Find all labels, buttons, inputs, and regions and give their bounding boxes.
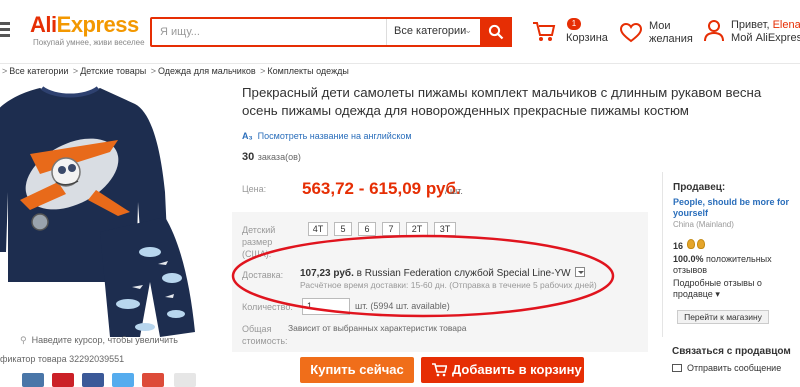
- seller-score: 16: [673, 241, 684, 251]
- send-message-link[interactable]: Отправить сообщение: [672, 363, 781, 373]
- product-id: фикатор товара 32292039551: [0, 354, 125, 364]
- chevron-down-icon: ▾: [715, 289, 720, 299]
- medal-icon: [697, 239, 705, 249]
- user-icon: [704, 20, 724, 42]
- total-label: Общая стоимость:: [242, 324, 288, 346]
- price-row: Цена: 563,72 - 615,09 руб. / шт.: [232, 171, 648, 209]
- search-icon: [488, 24, 504, 40]
- googleplus-share-icon[interactable]: [142, 373, 164, 387]
- seller-country: China (Mainland): [673, 220, 734, 229]
- store-name-link[interactable]: People, should be more for yourself: [673, 197, 800, 219]
- breadcrumb-item[interactable]: Комплекты одежды: [267, 66, 348, 76]
- size-option[interactable]: 2T: [406, 222, 428, 236]
- total-price-note: Зависит от выбранных характеристик товар…: [288, 323, 467, 333]
- add-to-cart-button[interactable]: Добавить в корзину: [421, 357, 584, 383]
- translate-link[interactable]: A₃ Посмотреть название на английском: [242, 131, 412, 141]
- seller-panel: Продавец: People, should be more for you…: [662, 172, 800, 337]
- magnifier-icon: ⚲: [20, 335, 27, 345]
- shipping-method: в Russian Federation службой Special Lin…: [356, 268, 571, 279]
- wishlist-label: Мои желания: [649, 20, 693, 45]
- aliexpress-logo[interactable]: AliExpress: [30, 12, 139, 38]
- breadcrumb: > Все категории > Детские товары > Одежда д…: [2, 66, 349, 76]
- account-greeting: Привет, Elena: [731, 19, 800, 31]
- shipping-label: Доставка:: [242, 270, 284, 280]
- medal-icon: [687, 239, 695, 249]
- search-button[interactable]: [480, 17, 512, 47]
- my-account-label: Мой AliExpress: [731, 32, 800, 44]
- shipping-option: 107,23 руб. в Russian Federation службой…: [300, 267, 585, 279]
- orders-count: 30 заказа(ов): [242, 151, 301, 163]
- buy-now-button[interactable]: Купить сейчас: [300, 357, 414, 383]
- size-option[interactable]: 6: [358, 222, 376, 236]
- quantity-available: шт. (5994 шт. available): [355, 301, 450, 311]
- zoom-hint: ⚲ Наведите курсор, чтобы увеличить: [20, 335, 178, 345]
- breadcrumb-item[interactable]: Одежда для мальчиков: [158, 66, 256, 76]
- size-label: Детский размер (США):: [242, 225, 276, 259]
- cart-label: Корзина: [566, 32, 608, 44]
- breadcrumb-item[interactable]: Детские товары: [80, 66, 146, 76]
- cart-count-badge: 1: [567, 18, 581, 30]
- price-unit: / шт.: [445, 186, 463, 196]
- translate-icon: A₃: [242, 131, 253, 141]
- pinterest-share-icon[interactable]: [52, 373, 74, 387]
- product-title: Прекрасный дети самолеты пижамы комплект…: [242, 85, 762, 118]
- size-option[interactable]: 3T: [434, 222, 456, 236]
- category-select[interactable]: Все категории ⌄: [386, 19, 480, 45]
- facebook-share-icon[interactable]: [82, 373, 104, 387]
- delivery-time: Расчётное время доставки: 15-60 дн. (Отп…: [300, 280, 597, 290]
- envelope-icon: [672, 364, 682, 372]
- options-panel: Детский размер (США): 4T 5 6 7 2T 3T Дос…: [232, 212, 648, 352]
- size-option[interactable]: 4T: [308, 222, 328, 236]
- size-option[interactable]: 5: [334, 222, 352, 236]
- search-bar: Все категории ⌄: [150, 17, 512, 47]
- vk-share-icon[interactable]: [22, 373, 44, 387]
- quantity-label: Количество:: [242, 302, 293, 312]
- quantity-input[interactable]: 1: [302, 298, 350, 315]
- heart-icon: [620, 23, 642, 43]
- seller-heading: Продавец:: [673, 182, 726, 193]
- search-input[interactable]: [152, 19, 386, 45]
- account-link[interactable]: Привет, Elena Мой AliExpress: [704, 18, 800, 48]
- chevron-down-icon: ⌄: [464, 25, 472, 35]
- size-option[interactable]: 7: [382, 222, 400, 236]
- shipping-dropdown[interactable]: [574, 267, 585, 277]
- site-header: AliExpress Покупай умнее, живи веселее В…: [0, 0, 800, 64]
- price-label: Цена:: [242, 184, 267, 194]
- cart-link[interactable]: 1 Корзина: [532, 18, 612, 48]
- breadcrumb-item[interactable]: Все категории: [9, 66, 68, 76]
- wishlist-link[interactable]: Мои желания: [620, 20, 700, 50]
- seller-feedback-link[interactable]: Подробные отзывы о продавце ▾: [673, 278, 800, 300]
- contact-seller-heading: Связаться с продавцом: [672, 346, 791, 357]
- cart-icon: [533, 22, 556, 41]
- more-share-icon[interactable]: [174, 373, 196, 387]
- product-image[interactable]: [0, 82, 225, 337]
- cart-icon: [432, 363, 448, 377]
- shipping-price: 107,23 руб.: [300, 268, 354, 279]
- menu-icon[interactable]: [0, 22, 10, 38]
- user-name: Elena: [772, 19, 800, 31]
- logo-slogan: Покупай умнее, живи веселее: [33, 38, 145, 47]
- go-to-store-button[interactable]: Перейти к магазину: [677, 310, 769, 324]
- category-select-value: Все категории: [394, 25, 467, 37]
- seller-positive: 100.0% положительных отзывов: [673, 254, 772, 275]
- twitter-share-icon[interactable]: [112, 373, 134, 387]
- product-price: 563,72 - 615,09 руб.: [302, 179, 461, 198]
